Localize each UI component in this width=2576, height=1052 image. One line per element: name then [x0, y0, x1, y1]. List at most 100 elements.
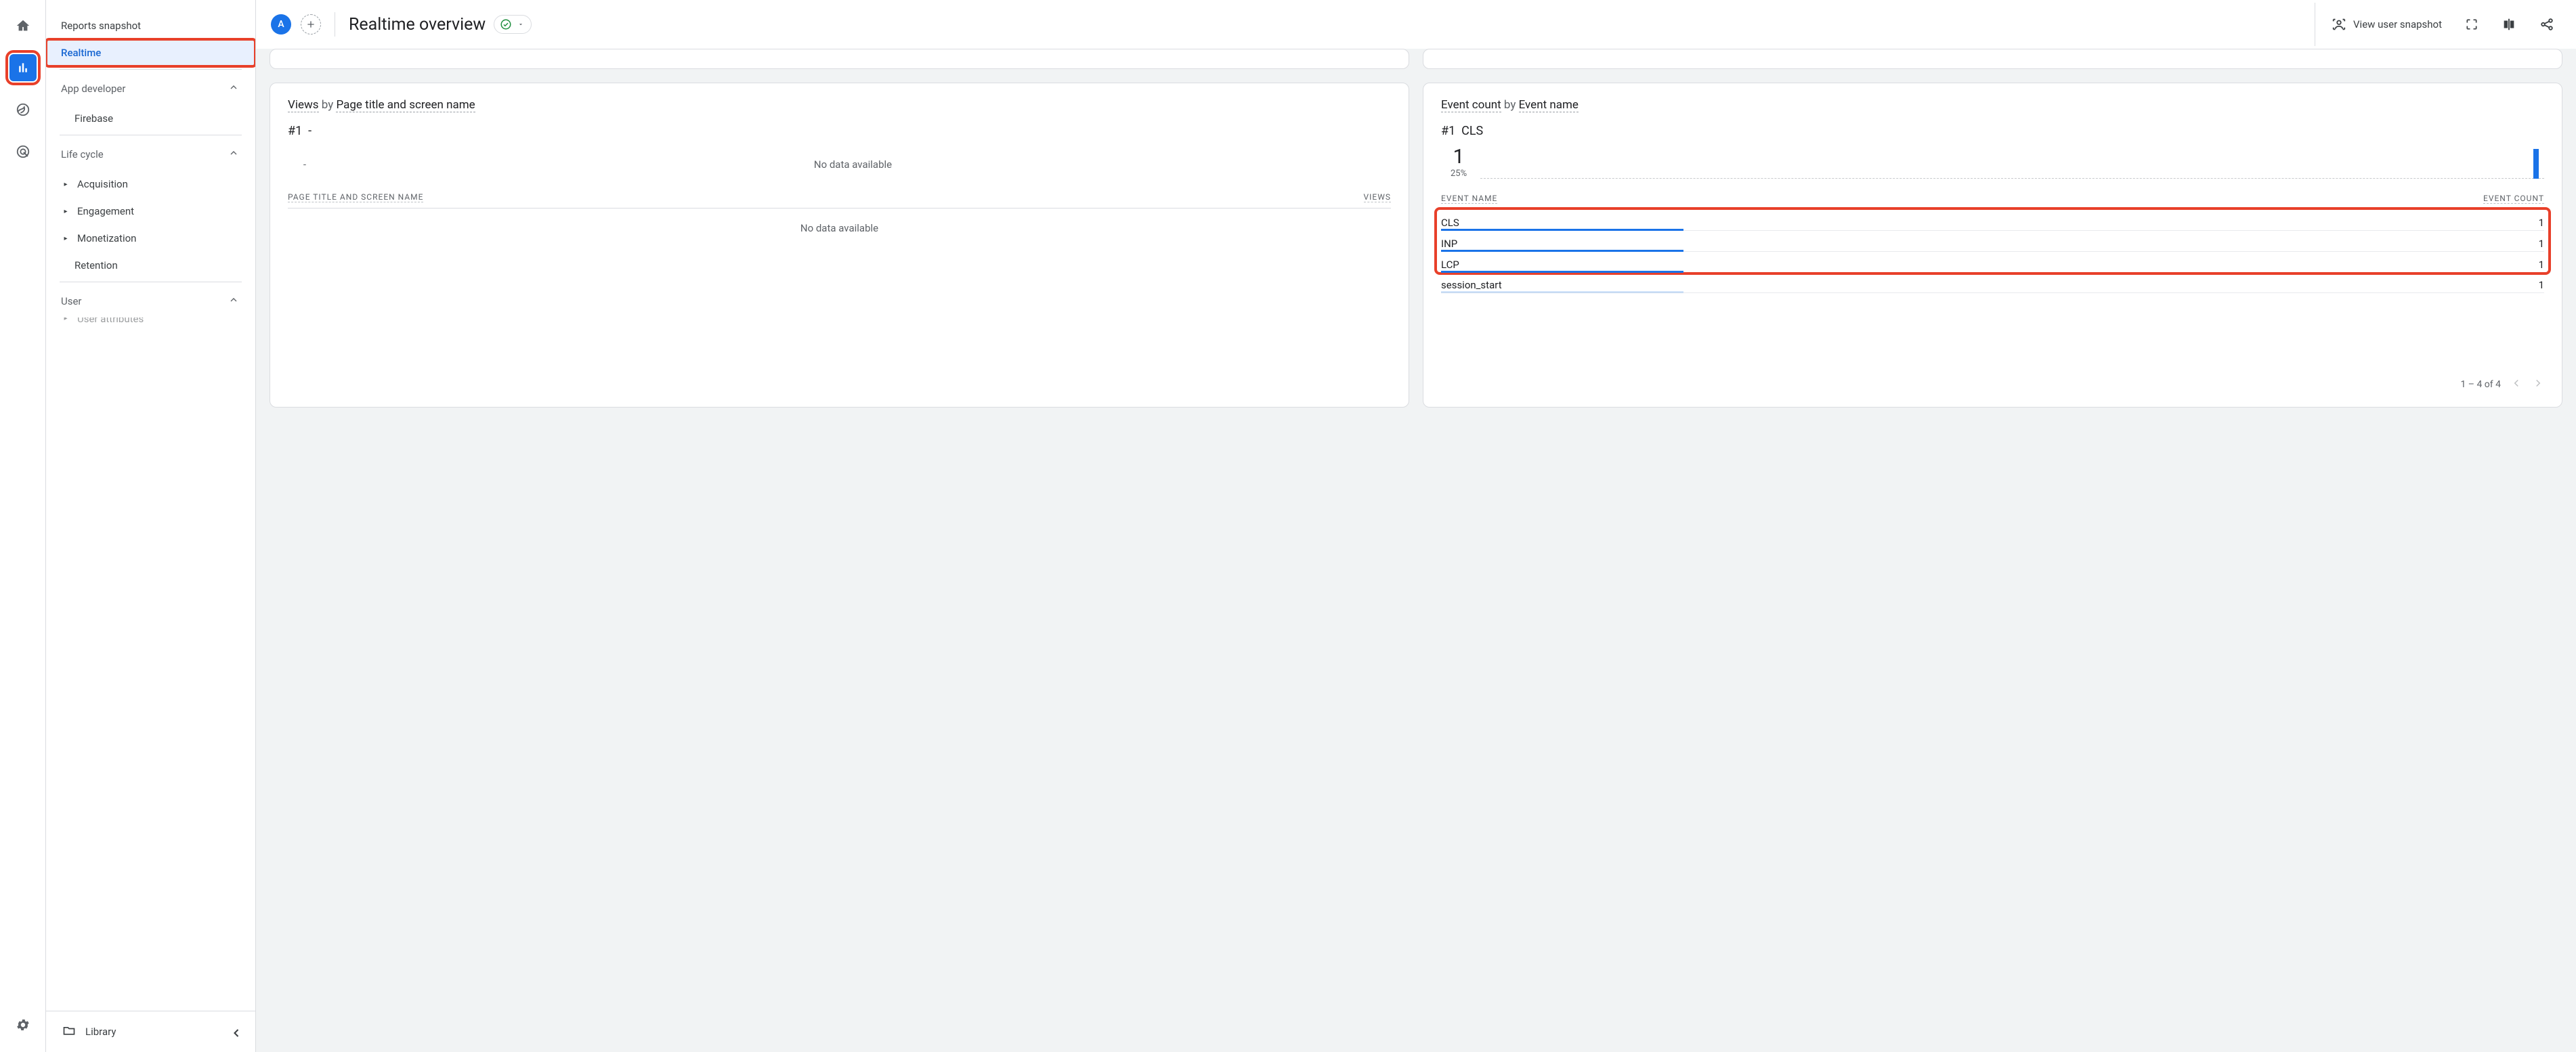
- button-label: View user snapshot: [2353, 18, 2442, 30]
- advertising-icon[interactable]: [9, 138, 37, 165]
- chip-label: A: [278, 19, 284, 30]
- segment-chip-all-users[interactable]: A: [271, 14, 291, 35]
- nav-retention[interactable]: Retention: [46, 252, 255, 279]
- card-views-by-page: Views by Page title and screen name #1 -…: [270, 83, 1409, 408]
- dimension-name[interactable]: Event name: [1519, 98, 1579, 112]
- fullscreen-button[interactable]: [2458, 12, 2485, 37]
- highlighted-rows: CLS 1 INP 1 LCP 1: [1437, 210, 2548, 272]
- row-name: LCP: [1441, 259, 1459, 271]
- pager-next-button[interactable]: [2532, 377, 2544, 392]
- table-row[interactable]: LCP 1: [1441, 252, 2544, 272]
- nav-realtime[interactable]: Realtime: [46, 39, 255, 66]
- nav-label: Firebase: [74, 112, 113, 125]
- no-data-label: No data available: [315, 158, 1391, 171]
- caret-right-icon: ▸: [61, 181, 70, 188]
- metric-name[interactable]: Views: [288, 98, 319, 112]
- chevron-up-icon: [228, 82, 239, 95]
- nav-section-app-developer[interactable]: App developer: [46, 72, 255, 105]
- page-title-text: Realtime overview: [349, 15, 486, 35]
- row-name: session_start: [1441, 279, 1502, 291]
- home-icon[interactable]: [9, 12, 37, 39]
- row-count: 1: [2539, 259, 2544, 271]
- col-left: EVENT NAME: [1441, 194, 1497, 204]
- nav-label: User attributes: [77, 317, 144, 325]
- share-icon: [2539, 17, 2554, 32]
- no-data-label: No data available: [288, 209, 1391, 248]
- col-right: EVENT COUNT: [2483, 194, 2544, 204]
- rank-label: #1 CLS: [1441, 124, 1483, 138]
- chevron-up-icon: [228, 294, 239, 308]
- nav-rail: [0, 0, 46, 1052]
- collapse-sidebar-button[interactable]: [224, 1021, 249, 1045]
- nav-label: Retention: [74, 259, 118, 271]
- row-count: 1: [2539, 217, 2544, 229]
- chevron-up-icon: [228, 148, 239, 161]
- metric-name[interactable]: Event count: [1441, 98, 1501, 112]
- table-row[interactable]: session_start 1: [1441, 272, 2544, 293]
- nav-acquisition[interactable]: ▸ Acquisition: [46, 171, 255, 198]
- compare-icon: [2502, 17, 2516, 32]
- row-name: CLS: [1441, 217, 1459, 229]
- kpi-value: 1: [1453, 145, 1465, 169]
- nav-label: Acquisition: [77, 178, 128, 190]
- view-user-snapshot-button[interactable]: View user snapshot: [2325, 12, 2449, 37]
- add-comparison-button[interactable]: [301, 14, 321, 35]
- rank-label: #1 -: [288, 124, 312, 138]
- main: A Realtime overview View user: [256, 0, 2576, 1052]
- library-icon: [62, 1024, 76, 1040]
- nav-user-attributes[interactable]: ▸ User attributes: [46, 317, 255, 327]
- card-title: Views by Page title and screen name: [288, 98, 1391, 112]
- table-header: EVENT NAME EVENT COUNT: [1441, 194, 2544, 210]
- sidebar: Reports snapshot Realtime App developer …: [46, 0, 256, 1052]
- chevron-down-icon: [517, 21, 524, 28]
- pager-prev-button[interactable]: [2510, 377, 2523, 392]
- nav-label: Reports snapshot: [61, 20, 141, 32]
- nav-reports-snapshot[interactable]: Reports snapshot: [46, 12, 255, 39]
- nav-label: Realtime: [61, 47, 101, 59]
- nav-section-label: App developer: [61, 83, 125, 95]
- row-name: INP: [1441, 238, 1457, 250]
- nav-label: Monetization: [77, 232, 136, 244]
- nav-label: Engagement: [77, 205, 134, 217]
- status-pill[interactable]: [494, 15, 532, 34]
- explore-icon[interactable]: [9, 96, 37, 123]
- dimension-name[interactable]: Page title and screen name: [336, 98, 475, 112]
- card-stub-right: [1423, 49, 2562, 69]
- col-right: VIEWS: [1364, 192, 1392, 202]
- compare-button[interactable]: [2495, 12, 2523, 37]
- pager-text: 1 – 4 of 4: [2460, 379, 2501, 390]
- nav-engagement[interactable]: ▸ Engagement: [46, 198, 255, 225]
- page-title: Realtime overview: [349, 15, 532, 35]
- table-row[interactable]: INP 1: [1441, 231, 2544, 252]
- user-snapshot-icon: [2332, 17, 2346, 32]
- sparkline: [1480, 149, 2544, 179]
- card-stub-left: [270, 49, 1409, 69]
- nav-label: Library: [85, 1026, 116, 1038]
- table-header: PAGE TITLE AND SCREEN NAME VIEWS: [288, 192, 1391, 209]
- row-count: 1: [2539, 279, 2544, 291]
- kpi-sub: 25%: [1451, 169, 1467, 179]
- col-left: PAGE TITLE AND SCREEN NAME: [288, 192, 423, 202]
- card-title: Event count by Event name: [1441, 98, 2544, 112]
- divider: [60, 69, 242, 70]
- nav-section-user[interactable]: User: [46, 285, 255, 317]
- pager: 1 – 4 of 4: [1441, 368, 2544, 392]
- share-button[interactable]: [2533, 12, 2561, 37]
- card-event-count-by-name: Event count by Event name #1 CLS 1 25%: [1423, 83, 2562, 408]
- nav-firebase[interactable]: Firebase: [46, 105, 255, 132]
- topbar: A Realtime overview View user: [256, 0, 2576, 49]
- nav-section-label: Life cycle: [61, 148, 104, 160]
- table-row[interactable]: CLS 1: [1441, 210, 2544, 231]
- by-label: by: [322, 98, 334, 112]
- nav-section-label: User: [61, 295, 82, 307]
- caret-right-icon: ▸: [61, 208, 70, 215]
- admin-gear-icon[interactable]: [9, 1011, 37, 1038]
- caret-right-icon: ▸: [61, 235, 70, 242]
- row-count: 1: [2539, 238, 2544, 250]
- caret-right-icon: ▸: [61, 317, 70, 322]
- fullscreen-icon: [2465, 18, 2478, 31]
- nav-section-life-cycle[interactable]: Life cycle: [46, 138, 255, 171]
- nav-monetization[interactable]: ▸ Monetization: [46, 225, 255, 252]
- reports-icon[interactable]: [9, 54, 37, 81]
- by-label: by: [1504, 98, 1516, 112]
